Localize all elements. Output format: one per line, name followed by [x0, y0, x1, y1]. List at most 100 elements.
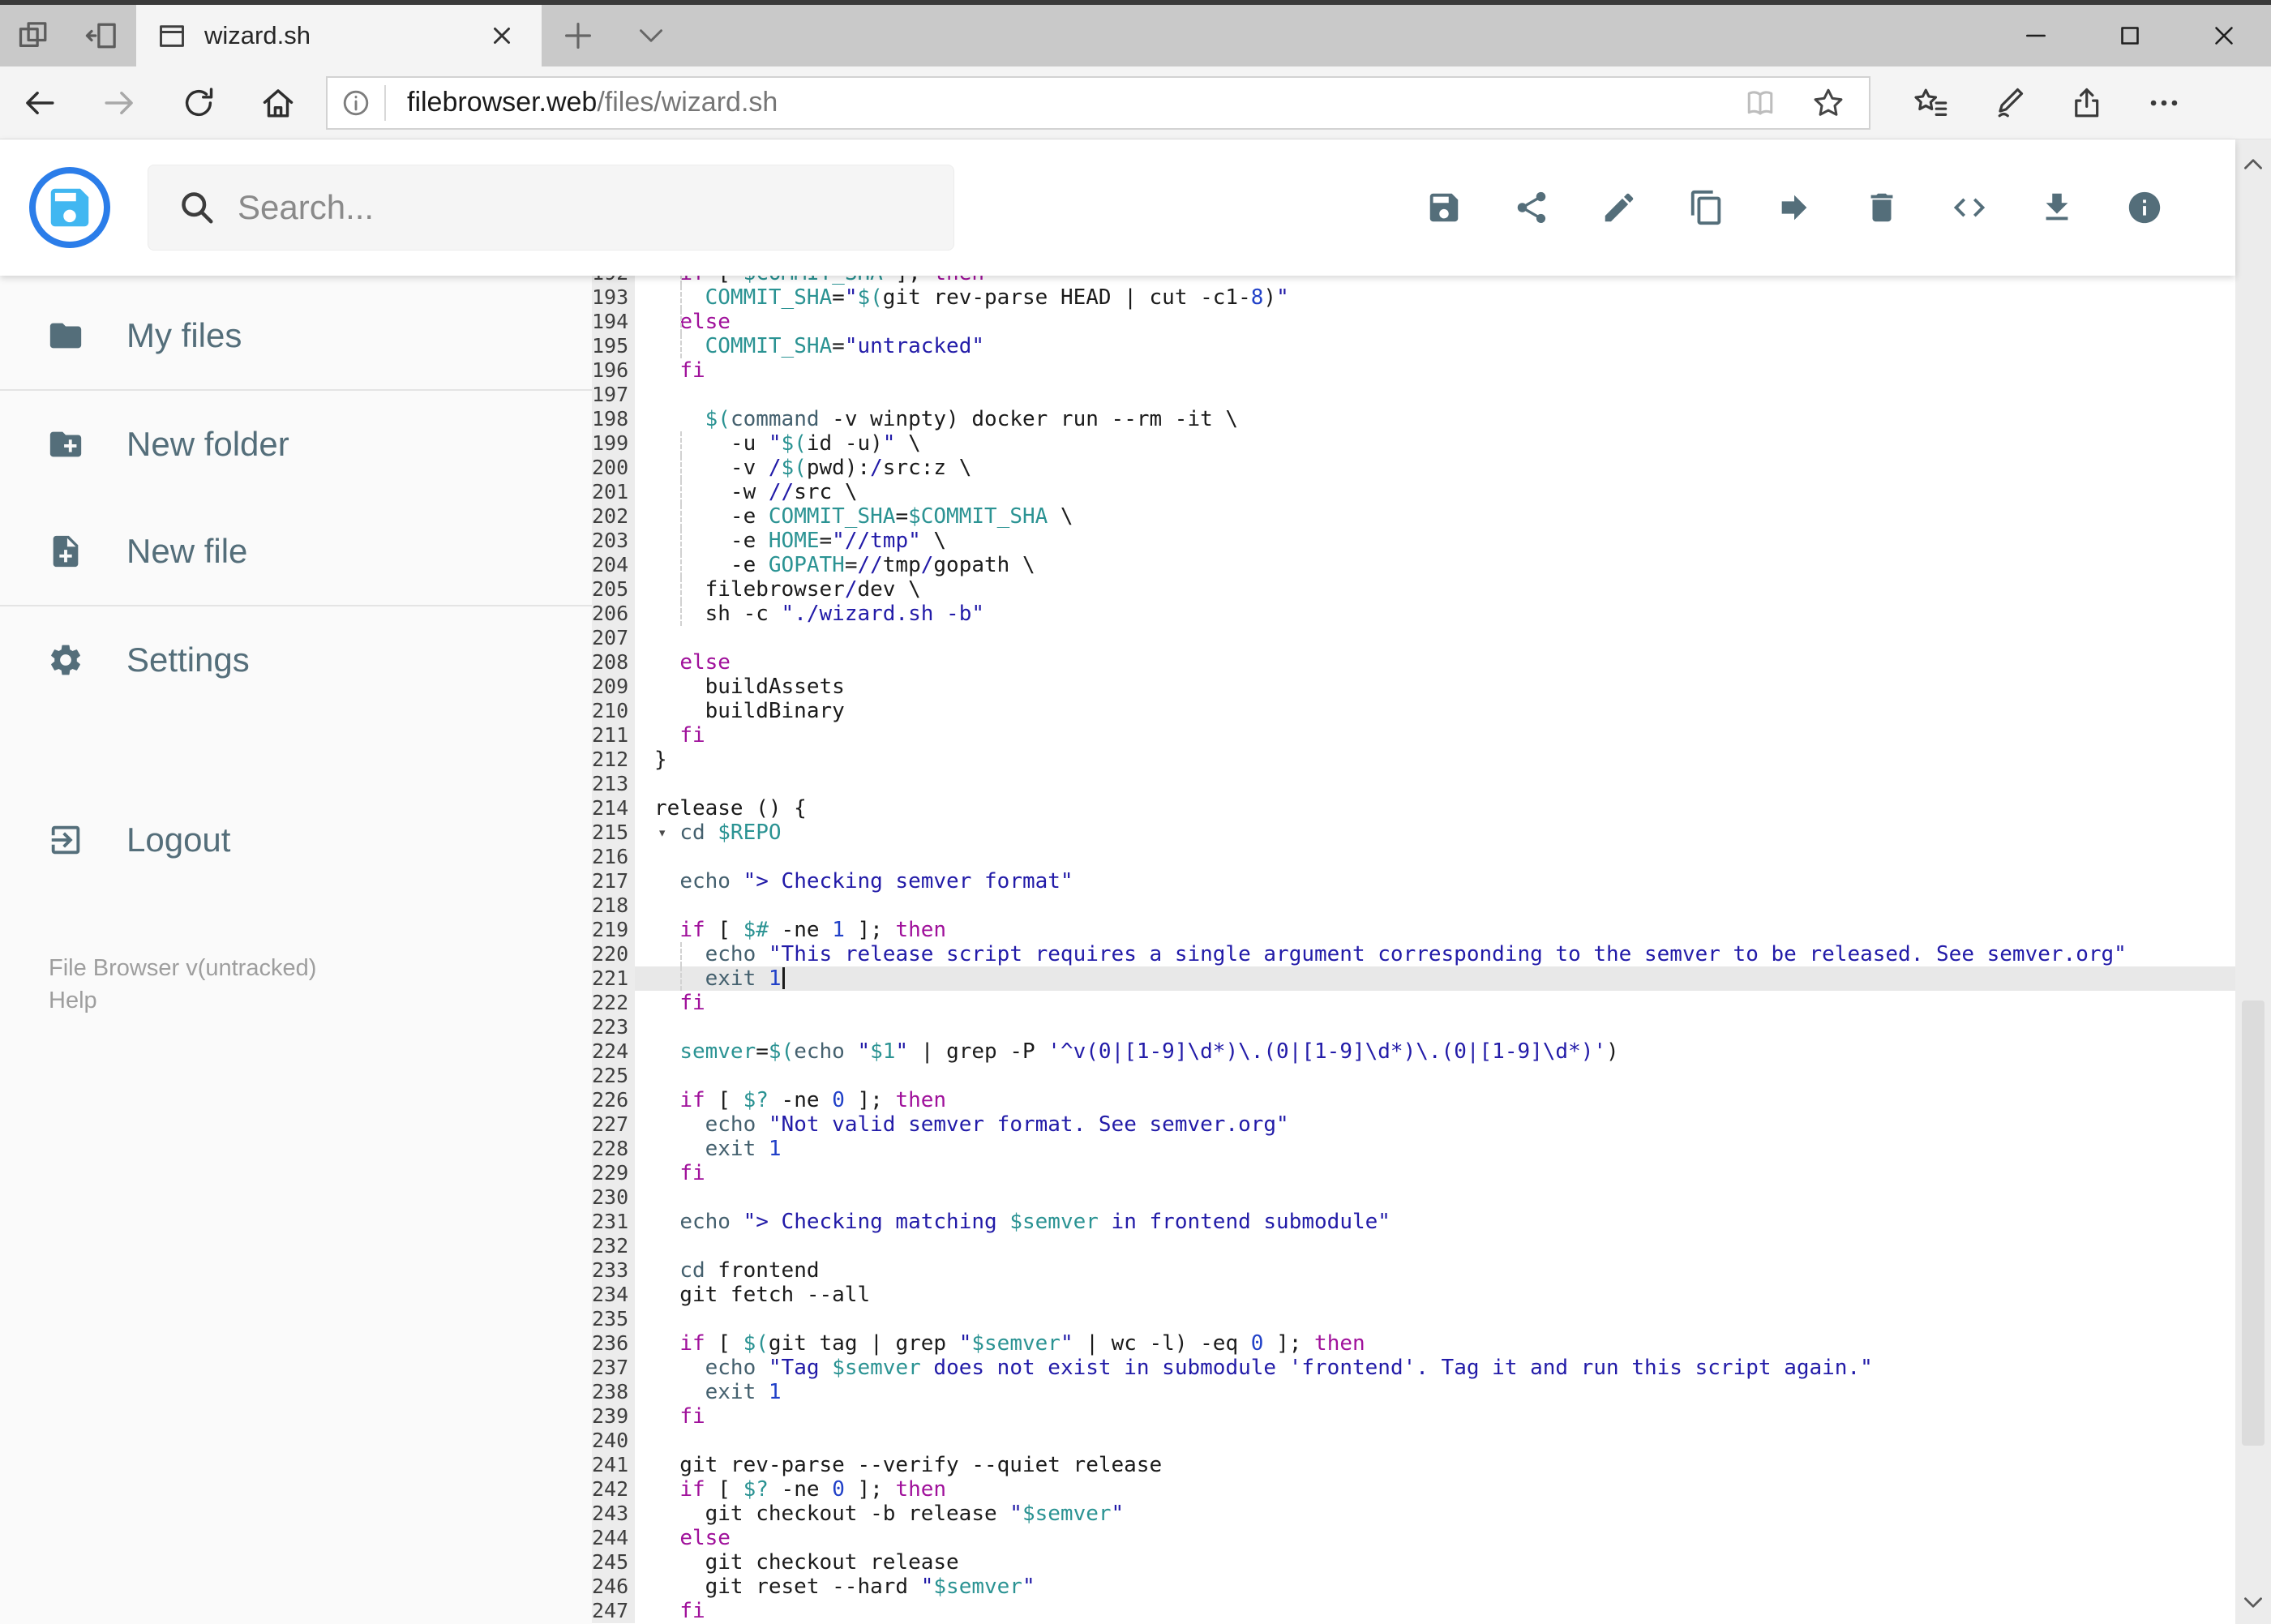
code-line[interactable]: 211 fi [592, 723, 2235, 748]
search-box[interactable] [148, 165, 954, 251]
code-line[interactable]: 209 buildAssets [592, 675, 2235, 699]
code-line[interactable]: 195 COMMIT_SHA="untracked" [592, 334, 2235, 358]
address-bar[interactable]: filebrowser.web/files/wizard.sh [326, 75, 1870, 130]
code-line[interactable]: 217 echo "> Checking semver format" [592, 869, 2235, 893]
code-line[interactable]: 205 filebrowser/dev \ [592, 577, 2235, 602]
code-line[interactable]: 206 sh -c "./wizard.sh -b" [592, 602, 2235, 626]
new-tab-button[interactable] [542, 5, 615, 66]
code-line[interactable]: 222 fi [592, 991, 2235, 1015]
filebrowser-logo[interactable] [29, 167, 110, 248]
sidebar-item-settings[interactable]: Settings [0, 605, 592, 713]
download-button[interactable] [2013, 189, 2101, 226]
code-line[interactable]: 193 COMMIT_SHA="$(git rev-parse HEAD | c… [592, 285, 2235, 310]
more-button[interactable] [2125, 84, 2203, 122]
tabs-set-aside-button[interactable] [68, 5, 136, 66]
code-line[interactable]: 201 -w //src \ [592, 480, 2235, 504]
url-text[interactable]: filebrowser.web/files/wizard.sh [386, 87, 1726, 118]
code-line[interactable]: 196 fi [592, 358, 2235, 383]
code-line[interactable]: 207 [592, 626, 2235, 650]
code-line[interactable]: 239 fi [592, 1404, 2235, 1429]
code-line[interactable]: 233 cd frontend [592, 1258, 2235, 1283]
code-line[interactable]: 192 if [ $COMMIT_SHA ]; then [592, 276, 2235, 285]
code-line[interactable]: 245 git checkout release [592, 1550, 2235, 1575]
code-line[interactable]: 241 git rev-parse --verify --quiet relea… [592, 1453, 2235, 1477]
code-line[interactable]: 200 -v /$(pwd):/src:z \ [592, 456, 2235, 480]
code-line[interactable]: 242 if [ $? -ne 0 ]; then [592, 1477, 2235, 1502]
code-line[interactable]: 229 fi [592, 1161, 2235, 1185]
minimize-button[interactable] [1989, 5, 2083, 66]
code-line[interactable]: 227 echo "Not valid semver format. See s… [592, 1112, 2235, 1137]
hub-button[interactable] [1892, 84, 1969, 122]
back-button[interactable] [0, 84, 79, 122]
refresh-button[interactable] [159, 84, 238, 122]
code-line[interactable]: 220 echo "This release script requires a… [592, 942, 2235, 966]
code-line[interactable]: 219 if [ $# -ne 1 ]; then [592, 918, 2235, 942]
code-line[interactable]: 216 [592, 845, 2235, 869]
code-line[interactable]: 212} [592, 748, 2235, 772]
code-line[interactable]: 237 echo "Tag $semver does not exist in … [592, 1356, 2235, 1380]
code-line[interactable]: 235 [592, 1307, 2235, 1331]
code-line[interactable]: 199 -u "$(id -u)" \ [592, 431, 2235, 456]
code-line[interactable]: 198 $(command -v winpty) docker run --rm… [592, 407, 2235, 431]
sidebar-item-new-file[interactable]: New file [0, 498, 592, 605]
code-line[interactable]: 234 git fetch --all [592, 1283, 2235, 1307]
code-line[interactable]: 197 [592, 383, 2235, 407]
delete-button[interactable] [1838, 189, 1926, 226]
code-line[interactable]: 247 fi [592, 1599, 2235, 1623]
move-button[interactable] [1750, 189, 1838, 226]
code-line[interactable]: 238 exit 1 [592, 1380, 2235, 1404]
code-line[interactable]: 221 exit 1 [592, 966, 2235, 991]
code-line[interactable]: 203 -e HOME="//tmp" \ [592, 529, 2235, 553]
copy-button[interactable] [1663, 189, 1750, 226]
share-page-button[interactable] [2047, 84, 2125, 122]
scroll-down-icon[interactable] [2235, 1588, 2271, 1616]
code-line[interactable]: 223 [592, 1015, 2235, 1039]
code-line[interactable]: 213 [592, 772, 2235, 796]
code-line[interactable]: 218 [592, 893, 2235, 918]
close-window-button[interactable] [2177, 5, 2271, 66]
tab-close-button[interactable] [483, 17, 521, 54]
code-line[interactable]: 226 if [ $? -ne 0 ]; then [592, 1088, 2235, 1112]
site-info-button[interactable] [328, 84, 386, 121]
sidebar-item-logout[interactable]: Logout [0, 786, 592, 893]
tab-preview-button[interactable] [0, 5, 68, 66]
code-button[interactable] [1926, 189, 2013, 226]
code-line[interactable]: 246 git reset --hard "$semver" [592, 1575, 2235, 1599]
code-line[interactable]: 194 else [592, 310, 2235, 334]
annotate-button[interactable] [1969, 84, 2047, 122]
scrollbar-thumb[interactable] [2242, 1000, 2265, 1446]
search-input[interactable] [236, 187, 953, 228]
browser-tab[interactable]: wizard.sh [136, 5, 542, 66]
code-line[interactable]: 204 -e GOPATH=//tmp/gopath \ [592, 553, 2235, 577]
share-button[interactable] [1488, 189, 1575, 226]
maximize-button[interactable] [2083, 5, 2177, 66]
sidebar-item-new-folder[interactable]: New folder [0, 389, 592, 498]
code-line[interactable]: 208 else [592, 650, 2235, 675]
scroll-up-icon[interactable] [2235, 151, 2271, 178]
code-line[interactable]: 228 exit 1 [592, 1137, 2235, 1161]
help-link[interactable]: Help [49, 984, 592, 1017]
edit-button[interactable] [1575, 189, 1663, 226]
reading-view-button[interactable] [1726, 85, 1794, 121]
code-line[interactable]: 236 if [ $(git tag | grep "$semver" | wc… [592, 1331, 2235, 1356]
page-scrollbar[interactable] [2235, 139, 2271, 1624]
code-editor[interactable]: 192 if [ $COMMIT_SHA ]; then193 COMMIT_S… [592, 276, 2235, 1624]
code-line[interactable]: 244 else [592, 1526, 2235, 1550]
code-line[interactable]: 214 ▾ release () { [592, 796, 2235, 842]
save-button[interactable] [1400, 189, 1488, 226]
home-button[interactable] [238, 84, 318, 122]
favorite-button[interactable] [1794, 85, 1862, 121]
code-line[interactable]: 224 semver=$(echo "$1" | grep -P '^v(0|[… [592, 1039, 2235, 1064]
code-line[interactable]: 230 [592, 1185, 2235, 1210]
code-line[interactable]: 215 cd $REPO [592, 821, 2235, 845]
sidebar-item-my-files[interactable]: My files [0, 282, 592, 389]
code-line[interactable]: 202 -e COMMIT_SHA=$COMMIT_SHA \ [592, 504, 2235, 529]
info-button[interactable] [2101, 189, 2188, 226]
tab-dropdown-button[interactable] [615, 5, 688, 66]
code-line[interactable]: 243 git checkout -b release "$semver" [592, 1502, 2235, 1526]
code-line[interactable]: 231 echo "> Checking matching $semver in… [592, 1210, 2235, 1234]
code-line[interactable]: 232 [592, 1234, 2235, 1258]
code-line[interactable]: 225 [592, 1064, 2235, 1088]
code-line[interactable]: 240 [592, 1429, 2235, 1453]
code-line[interactable]: 210 buildBinary [592, 699, 2235, 723]
